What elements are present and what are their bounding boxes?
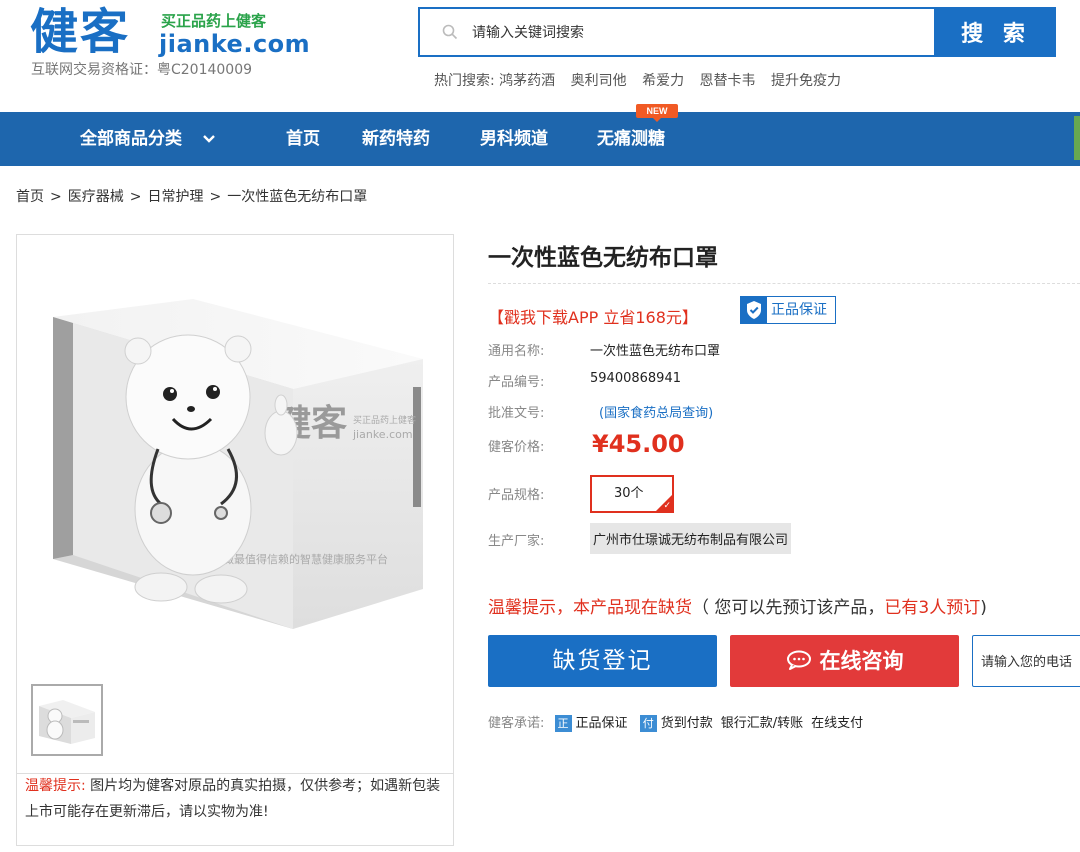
product-code-value: 59400868941 <box>590 371 681 386</box>
logo-mark: 健客 <box>30 4 131 60</box>
site-header: 健客 买正品药上健客 jianke.com 互联网交易资格证：粤C2014000… <box>0 0 1080 112</box>
chat-icon <box>786 650 811 670</box>
payment-tag-icon: 付 <box>639 715 657 732</box>
nav-edge-banner <box>1074 116 1080 160</box>
hot-search: 热门搜索: 鸿茅药酒 奥利司他 希爱力 恩替卡韦 提升免疫力 <box>434 70 852 90</box>
online-consult-button[interactable]: 在线咨询 <box>730 635 959 687</box>
gallery-note-text: 图片均为健客对原品的真实拍摄，仅供参考；如遇新包装上市可能存在更新滞后，请以实物… <box>25 778 441 820</box>
common-name-label: 通用名称: <box>488 344 545 359</box>
spec-option-label: 30个 <box>614 486 644 501</box>
title-divider <box>488 283 1080 284</box>
promise-item: 在线支付 <box>811 716 864 731</box>
reservation-count: 已有3人预订 <box>884 598 981 618</box>
phone-input[interactable] <box>972 635 1080 687</box>
hot-search-link[interactable]: 鸿茅药酒 <box>499 73 555 89</box>
breadcrumb-separator: > <box>50 189 62 205</box>
shield-icon <box>741 297 767 323</box>
nav-item-new-drugs[interactable]: 新药特药 <box>362 112 430 166</box>
breadcrumb-item[interactable]: 首页 <box>16 189 44 205</box>
nav-item-men-health[interactable]: 男科频道 <box>480 112 548 166</box>
hot-search-link[interactable]: 奥利司他 <box>571 73 627 89</box>
stock-tip-warning: 温馨提示，本产品现在缺货 <box>488 598 692 618</box>
promise-item: 正品保证 <box>575 716 628 731</box>
product-gallery: 健客 买正品药上健客 jianke.com 做最值得信赖的智慧健康服务平台 温馨… <box>16 234 454 846</box>
product-image[interactable]: 健客 买正品药上健客 jianke.com 做最值得信赖的智慧健康服务平台 <box>43 299 431 629</box>
thumbnail-image <box>39 700 95 744</box>
product-title: 一次性蓝色无纺布口罩 <box>488 245 718 271</box>
main-nav: 全部商品分类 首页 新药特药 男科频道 无痛测糖 <box>0 112 1080 166</box>
search-icon <box>442 24 458 40</box>
service-promise: 健客承诺: 正正品保证 付货到付款 银行汇款/转账 在线支付 <box>488 712 871 732</box>
check-icon: ✓ <box>663 501 671 511</box>
breadcrumb: 首页 > 医疗器械 > 日常护理 > 一次性蓝色无纺布口罩 <box>16 186 367 206</box>
breadcrumb-separator: > <box>209 189 222 205</box>
breadcrumb-current: 一次性蓝色无纺布口罩 <box>227 189 368 205</box>
promise-item: 货到付款 <box>660 716 713 731</box>
promise-label: 健客承诺: <box>488 716 545 731</box>
online-consult-label: 在线咨询 <box>819 649 904 673</box>
box-tagline: 做最值得信赖的智慧健康服务平台 <box>223 552 388 566</box>
product-code-label: 产品编号: <box>488 375 545 390</box>
manufacturer-value: 广州市仕璟诚无纺布制品有限公司 <box>590 523 792 554</box>
approval-query-link[interactable]: (国家食药总局查询) <box>599 402 713 421</box>
manufacturer-label: 生产厂家: <box>488 534 545 549</box>
promise-item: 银行汇款/转账 <box>720 716 804 731</box>
breadcrumb-separator: > <box>129 189 142 205</box>
hot-search-label: 热门搜索: <box>434 73 495 89</box>
breadcrumb-item[interactable]: 医疗器械 <box>68 189 124 205</box>
search-button[interactable]: 搜 索 <box>936 7 1056 57</box>
logo-domain: jianke.com <box>159 30 311 58</box>
box-slogan: 买正品药上健客 <box>353 414 416 426</box>
app-download-promo[interactable]: 【戳我下载APP 立省168元】 <box>488 304 698 328</box>
nav-all-categories[interactable]: 全部商品分类 <box>80 112 216 166</box>
license-text: 互联网交易资格证：粤C20140009 <box>31 62 253 78</box>
search-box <box>418 7 936 57</box>
hot-search-link[interactable]: 提升免疫力 <box>771 73 841 89</box>
logo-slogan: 买正品药上健客 <box>161 12 267 30</box>
hot-search-link[interactable]: 恩替卡韦 <box>700 73 756 89</box>
new-badge: NEW <box>636 104 678 122</box>
spec-label: 产品规格: <box>488 488 545 503</box>
stock-tip: 温馨提示，本产品现在缺货（ 您可以先预订该产品，已有3人预订) <box>488 593 987 618</box>
nav-item-home[interactable]: 首页 <box>286 112 320 166</box>
product-thumbnail[interactable] <box>31 684 103 756</box>
guarantee-label: 正品保证 <box>771 302 827 318</box>
stock-tip-end: ) <box>980 598 987 618</box>
common-name-value: 一次性蓝色无纺布口罩 <box>590 344 721 359</box>
gallery-note-label: 温馨提示: <box>25 778 86 794</box>
hot-search-link[interactable]: 希爱力 <box>642 73 684 89</box>
box-domain: jianke.com <box>352 428 413 441</box>
genuine-guarantee-badge: 正品保证 <box>740 296 836 324</box>
out-of-stock-register-button[interactable]: 缺货登记 <box>488 635 717 687</box>
nav-all-categories-label: 全部商品分类 <box>80 129 182 149</box>
search-input[interactable] <box>472 9 922 55</box>
chevron-down-icon <box>203 135 215 143</box>
stock-tip-hint: （ 您可以先预订该产品， <box>692 598 885 618</box>
price-value: ¥45.00 <box>592 430 685 458</box>
spec-option-selected[interactable]: 30个 ✓ <box>590 475 674 513</box>
gallery-note: 温馨提示: 图片均为健客对原品的真实拍摄，仅供参考；如遇新包装上市可能存在更新滞… <box>25 773 449 825</box>
approval-label: 批准文号: <box>488 406 545 421</box>
breadcrumb-item[interactable]: 日常护理 <box>147 189 203 205</box>
genuine-tag-icon: 正 <box>554 715 572 732</box>
price-label: 健客价格: <box>488 440 545 455</box>
